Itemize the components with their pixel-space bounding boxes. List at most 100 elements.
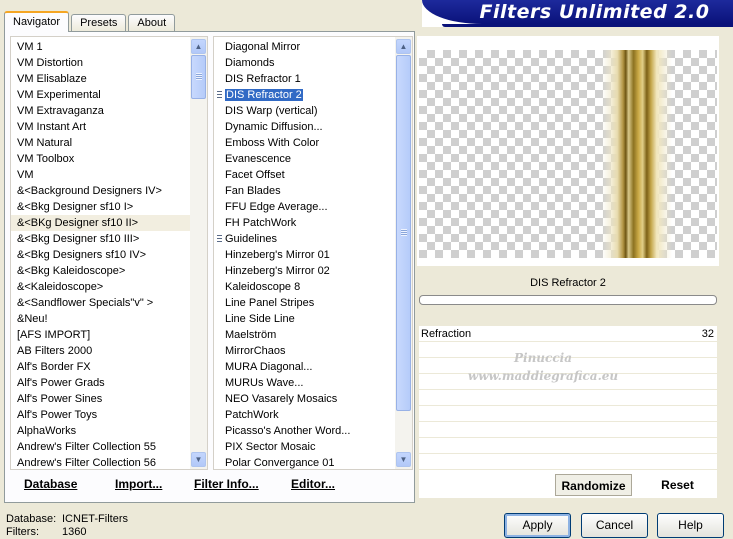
- category-item[interactable]: &<Bkg Kaleidoscope>: [11, 263, 191, 279]
- category-item[interactable]: Alf's Power Sines: [11, 391, 191, 407]
- category-item[interactable]: Andrew's Filter Collection 56: [11, 455, 191, 469]
- category-item[interactable]: &<Background Designers IV>: [11, 183, 191, 199]
- filter-item-label: Emboss With Color: [225, 137, 320, 149]
- category-item[interactable]: VM: [11, 167, 191, 183]
- category-item[interactable]: VM Instant Art: [11, 119, 191, 135]
- category-item-label: [AFS IMPORT]: [17, 329, 91, 341]
- apply-button[interactable]: Apply: [504, 513, 571, 538]
- scroll-thumb[interactable]: [396, 55, 411, 411]
- filter-item-label: Guidelines: [225, 233, 277, 245]
- filter-item[interactable]: Diagonal Mirror: [214, 39, 396, 55]
- filter-item[interactable]: MirrorChaos: [214, 343, 396, 359]
- filter-info-button[interactable]: Filter Info...: [194, 472, 259, 496]
- grip-icon: [217, 91, 222, 100]
- filter-item[interactable]: Picasso's Another Word...: [214, 423, 396, 439]
- filter-item[interactable]: DIS Refractor 2: [214, 87, 396, 103]
- grip-icon: [217, 235, 222, 244]
- editor-button[interactable]: Editor...: [291, 472, 335, 496]
- parameter-value: 32: [701, 328, 714, 340]
- filter-item[interactable]: FFU Edge Average...: [214, 199, 396, 215]
- filter-item[interactable]: Line Side Line: [214, 311, 396, 327]
- filter-item[interactable]: DIS Refractor 1: [214, 71, 396, 87]
- current-filter-name: DIS Refractor 2: [530, 277, 606, 289]
- category-item[interactable]: VM Elisablaze: [11, 71, 191, 87]
- filter-item[interactable]: Dynamic Diffusion...: [214, 119, 396, 135]
- category-item[interactable]: Andrew's Filter Collection 55: [11, 439, 191, 455]
- scroll-up-button[interactable]: ▲: [396, 39, 411, 54]
- filter-item[interactable]: MURA Diagonal...: [214, 359, 396, 375]
- filter-item[interactable]: Guidelines: [214, 231, 396, 247]
- parameter-row-refraction[interactable]: Refraction 32: [419, 326, 717, 342]
- filter-item[interactable]: FH PatchWork: [214, 215, 396, 231]
- category-item-label: &<BKg Designer sf10 II>: [17, 217, 139, 229]
- randomize-button[interactable]: Randomize: [555, 474, 632, 496]
- category-item-label: Andrew's Filter Collection 55: [17, 441, 157, 453]
- filter-item[interactable]: NEO Vasarely Mosaics: [214, 391, 396, 407]
- filter-item[interactable]: Diamonds: [214, 55, 396, 71]
- tab-presets[interactable]: Presets: [71, 14, 127, 32]
- category-item[interactable]: AB Filters 2000: [11, 343, 191, 359]
- category-item[interactable]: &<Bkg Designer sf10 I>: [11, 199, 191, 215]
- category-item[interactable]: &<Bkg Designers sf10 IV>: [11, 247, 191, 263]
- category-item[interactable]: VM Natural: [11, 135, 191, 151]
- filter-item-label: Facet Offset: [225, 169, 285, 181]
- filter-list[interactable]: Diagonal Mirror Diamonds DIS Refractor 1 DI…: [213, 36, 413, 470]
- category-item[interactable]: Alf's Border FX: [11, 359, 191, 375]
- filter-item[interactable]: Facet Offset: [214, 167, 396, 183]
- filter-item[interactable]: Kaleidoscope 8: [214, 279, 396, 295]
- category-item[interactable]: AlphaWorks: [11, 423, 191, 439]
- category-item-label: &<Background Designers IV>: [17, 185, 162, 197]
- category-item-label: VM 1: [17, 41, 43, 53]
- filter-item[interactable]: Evanescence: [214, 151, 396, 167]
- database-value: ICNET-Filters: [62, 513, 128, 525]
- filter-item[interactable]: PIX Sector Mosaic: [214, 439, 396, 455]
- scroll-down-button[interactable]: ▼: [191, 452, 206, 467]
- tab-about[interactable]: About: [128, 14, 176, 32]
- category-item[interactable]: Alf's Power Toys: [11, 407, 191, 423]
- tab-navigator[interactable]: Navigator: [4, 11, 70, 32]
- category-item[interactable]: &<Bkg Designer sf10 III>: [11, 231, 191, 247]
- filter-item[interactable]: Fan Blades: [214, 183, 396, 199]
- scroll-down-button[interactable]: ▼: [396, 452, 411, 467]
- filter-item[interactable]: DIS Warp (vertical): [214, 103, 396, 119]
- filter-item[interactable]: Polar Convergance 01: [214, 455, 396, 469]
- category-item[interactable]: VM Distortion: [11, 55, 191, 71]
- category-item[interactable]: &Neu!: [11, 311, 191, 327]
- filter-item[interactable]: PatchWork: [214, 407, 396, 423]
- filter-item-label: PIX Sector Mosaic: [225, 441, 316, 453]
- scroll-up-button[interactable]: ▲: [191, 39, 206, 54]
- category-scrollbar[interactable]: ▲ ▼: [190, 37, 207, 469]
- filter-item[interactable]: MURUs Wave...: [214, 375, 396, 391]
- category-item[interactable]: &<BKg Designer sf10 II>: [11, 215, 191, 231]
- category-item[interactable]: [AFS IMPORT]: [11, 327, 191, 343]
- category-item[interactable]: &<Kaleidoscope>: [11, 279, 191, 295]
- database-button[interactable]: Database: [24, 472, 77, 496]
- reset-button[interactable]: Reset: [645, 474, 710, 496]
- category-item[interactable]: VM 1: [11, 39, 191, 55]
- category-list[interactable]: VM 1 VM Distortion VM Elisablaze VM Experim…: [10, 36, 208, 470]
- filter-item-label: Fan Blades: [225, 185, 281, 197]
- filters-count-value: 1360: [62, 526, 87, 538]
- category-item-label: Andrew's Filter Collection 56: [17, 457, 157, 469]
- filter-scrollbar[interactable]: ▲ ▼: [395, 37, 412, 469]
- category-item[interactable]: VM Toolbox: [11, 151, 191, 167]
- help-button[interactable]: Help: [657, 513, 724, 538]
- category-item[interactable]: VM Experimental: [11, 87, 191, 103]
- category-item[interactable]: &<Sandflower Specials"v" >: [11, 295, 191, 311]
- filter-item[interactable]: Line Panel Stripes: [214, 295, 396, 311]
- import-button[interactable]: Import...: [115, 472, 162, 496]
- filter-item-label: Diamonds: [225, 57, 275, 69]
- cancel-button[interactable]: Cancel: [581, 513, 648, 538]
- parameter-row-empty: [419, 454, 717, 470]
- filter-item[interactable]: Hinzeberg's Mirror 02: [214, 263, 396, 279]
- filter-item[interactable]: Emboss With Color: [214, 135, 396, 151]
- category-item[interactable]: VM Extravaganza: [11, 103, 191, 119]
- category-item[interactable]: Alf's Power Grads: [11, 375, 191, 391]
- scroll-thumb[interactable]: [191, 55, 206, 99]
- database-label: Database:: [6, 513, 57, 525]
- category-items: VM 1 VM Distortion VM Elisablaze VM Experim…: [11, 39, 191, 469]
- filter-item[interactable]: Hinzeberg's Mirror 01: [214, 247, 396, 263]
- tab-strip: Navigator Presets About: [4, 11, 177, 32]
- filter-item[interactable]: Maelström: [214, 327, 396, 343]
- filter-items: Diagonal Mirror Diamonds DIS Refractor 1 DI…: [214, 39, 396, 469]
